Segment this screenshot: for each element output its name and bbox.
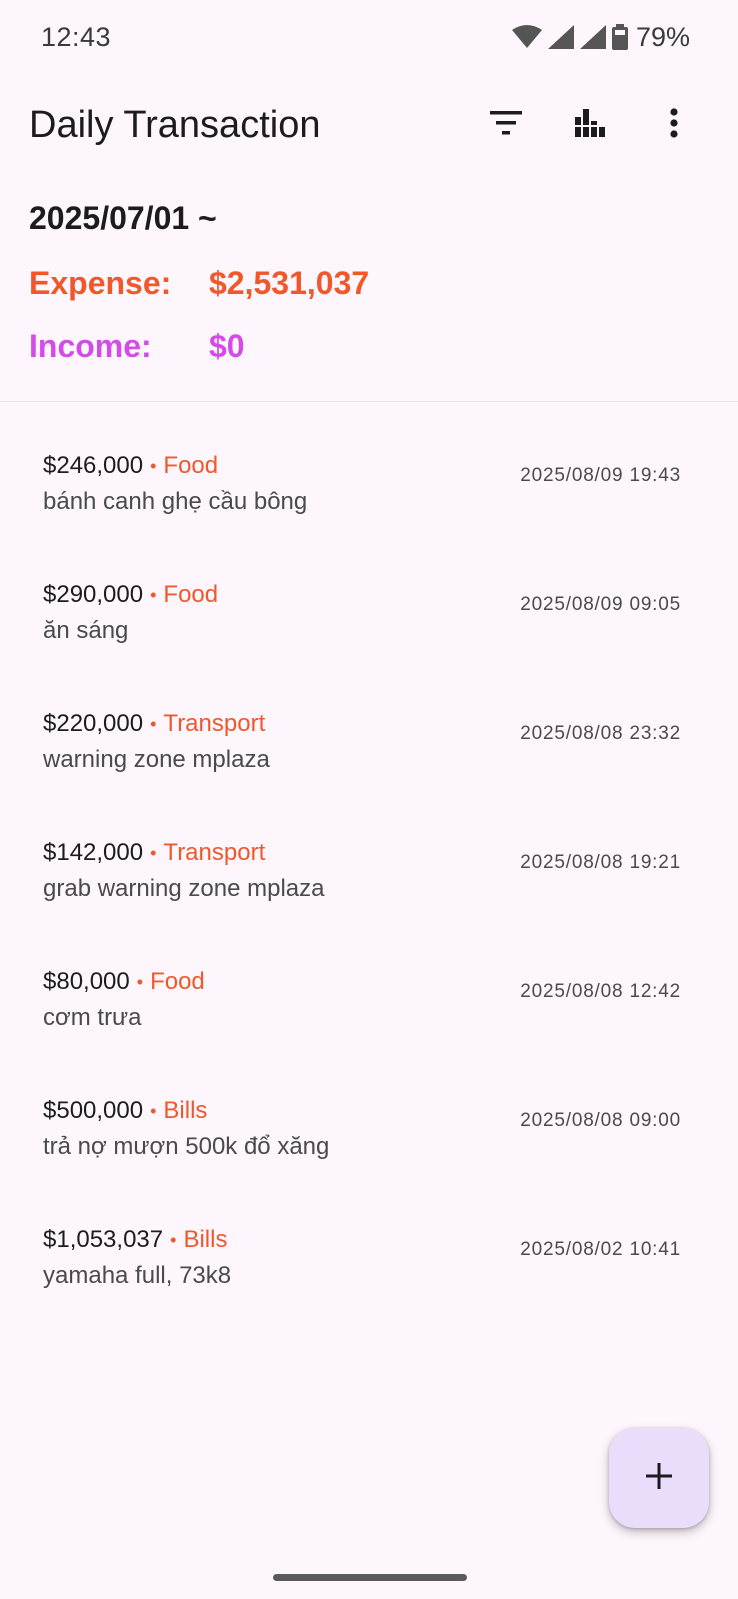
transaction-header: $290,000 • Food [43,581,218,609]
transaction-note: grab warning zone mplaza [43,875,325,902]
summary: 2025/07/01 ~ Expense: $2,531,037 Income:… [29,200,369,365]
transaction-date: 2025/08/08 09:00 [520,1110,681,1131]
transaction-header: $142,000 • Transport [43,839,265,867]
separator-dot: • [150,584,157,605]
transaction-note: ăn sáng [43,617,129,644]
status-bar: 12:43 79% [0,0,738,74]
expense-value: $2,531,037 [209,265,370,301]
transaction-item[interactable]: $142,000 • Transport grab warning zone m… [0,825,738,954]
transaction-date: 2025/08/08 12:42 [520,981,681,1002]
signal-icon-2 [579,25,606,49]
transaction-item[interactable]: $80,000 • Food cơm trưa 2025/08/08 12:42 [0,954,738,1083]
transaction-category: Food [163,452,219,479]
transaction-category: Food [150,968,205,995]
income-value: $0 [209,328,245,364]
transaction-item[interactable]: $1,053,037 • Bills yamaha full, 73k8 202… [0,1212,738,1341]
wifi-icon [511,25,542,49]
divider [0,401,738,402]
home-indicator[interactable] [273,1574,467,1581]
status-icons: 79% [511,21,690,53]
app-bar: Daily Transaction [0,90,738,160]
expense-label: Expense: [29,265,172,301]
transaction-date: 2025/08/09 09:05 [520,594,681,615]
transaction-header: $80,000 • Food [43,968,205,996]
app-bar-actions [464,95,716,155]
transaction-header: $1,053,037 • Bills [43,1226,227,1254]
transaction-amount: $80,000 [43,968,130,995]
transaction-header: $220,000 • Transport [43,710,265,738]
separator-dot: • [136,971,144,992]
transaction-category: Transport [163,710,266,737]
transaction-category: Bills [163,1097,208,1124]
transaction-date: 2025/08/08 19:21 [520,852,681,873]
transaction-amount: $246,000 [43,452,144,479]
transaction-item[interactable]: $500,000 • Bills trả nợ mượn 500k đổ xăn… [0,1083,738,1212]
transaction-header: $500,000 • Bills [43,1097,207,1125]
transaction-date: 2025/08/09 19:43 [520,465,681,486]
transaction-amount: $220,000 [43,710,144,737]
transaction-date: 2025/08/02 10:41 [520,1239,681,1260]
bar-chart-icon [575,108,605,142]
transaction-item[interactable]: $290,000 • Food ăn sáng 2025/08/09 09:05 [0,567,738,696]
transaction-note: cơm trưa [43,1004,142,1031]
filter-icon [490,110,522,140]
income-row: Income: $0 [29,328,369,365]
more-vert-icon [669,107,679,143]
page-title: Daily Transaction [29,103,321,146]
filter-button[interactable] [464,95,548,155]
transaction-amount: $290,000 [43,581,144,608]
transaction-note: warning zone mplaza [43,746,270,773]
status-time: 12:43 [41,21,112,52]
transaction-list: $246,000 • Food bánh canh ghẹ cầu bông 2… [0,438,738,1341]
transaction-amount: $1,053,037 [43,1226,164,1253]
transaction-category: Food [163,581,219,608]
transaction-category: Transport [163,839,266,866]
transaction-note: bánh canh ghẹ cầu bông [43,488,308,515]
transaction-note: yamaha full, 73k8 [43,1262,232,1289]
transaction-item[interactable]: $220,000 • Transport warning zone mplaza… [0,696,738,825]
income-label: Income: [29,328,152,364]
transaction-note: trả nợ mượn 500k đổ xăng [43,1133,330,1160]
expense-row: Expense: $2,531,037 [29,265,369,302]
transaction-date: 2025/08/08 23:32 [520,723,681,744]
battery-icon [611,24,628,50]
separator-dot: • [150,713,157,734]
screen: 12:43 79% Daily Transaction 2025/07/01 ~… [0,0,738,1599]
statistics-button[interactable] [548,95,632,155]
signal-icon [547,25,574,49]
transaction-category: Bills [183,1226,228,1253]
transaction-amount: $142,000 [43,839,144,866]
more-options-button[interactable] [632,95,716,155]
transaction-item[interactable]: $246,000 • Food bánh canh ghẹ cầu bông 2… [0,438,738,567]
add-transaction-button[interactable] [609,1428,709,1528]
transaction-amount: $500,000 [43,1097,144,1124]
transaction-header: $246,000 • Food [43,452,218,480]
separator-dot: • [150,842,157,863]
plus-icon [646,1462,672,1494]
separator-dot: • [150,455,157,476]
separator-dot: • [150,1100,157,1121]
separator-dot: • [170,1229,177,1250]
period-label[interactable]: 2025/07/01 ~ [29,200,369,237]
battery-percent: 79% [635,21,690,52]
